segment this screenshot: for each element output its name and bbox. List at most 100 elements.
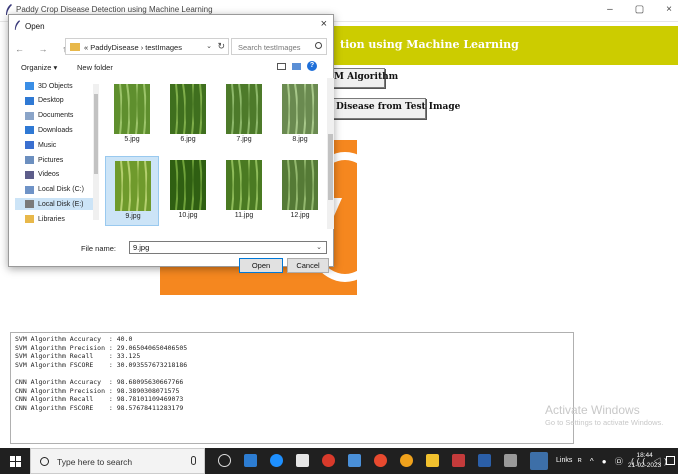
sidebar-item-label: 3D Objects (38, 82, 73, 90)
sidebar-scroll-thumb[interactable] (94, 94, 98, 174)
result-line: SVM Algorithm FSCORE : 30.09355767321818… (15, 360, 188, 369)
folder-search-input[interactable]: Search testImages (231, 38, 327, 55)
music-icon (25, 141, 34, 150)
close-button[interactable]: × (666, 4, 672, 15)
sidebar-item[interactable]: 3D Objects (25, 80, 73, 92)
window-controls: – ▢ × (607, 4, 672, 15)
maximize-button[interactable]: ▢ (635, 4, 644, 15)
chrome-icon[interactable] (374, 454, 387, 467)
clock-time: 18:44 (636, 452, 653, 459)
sidebar-item[interactable]: Local Disk (E:) (15, 198, 93, 211)
cancel-button[interactable]: Cancel (287, 258, 329, 273)
app-icon-blue[interactable] (348, 454, 361, 467)
file-tile[interactable]: 9.jpg (105, 156, 159, 226)
clock-date: 21-02-2023 (628, 462, 662, 469)
sidebar-item[interactable]: Libraries (25, 213, 65, 225)
documents-icon (25, 111, 34, 120)
sidebar-scrollbar[interactable] (93, 84, 99, 220)
store-icon[interactable] (296, 454, 309, 467)
results-textarea[interactable]: SVM Algorithm Accuracy : 40.0 SVM Algorit… (10, 332, 574, 444)
image-thumbnail (282, 84, 318, 134)
address-bar[interactable]: « PaddyDisease › testImages ⌄ ↻ (65, 38, 229, 55)
view-mode-icon[interactable] (277, 62, 286, 70)
feather-icon (14, 20, 21, 30)
app-icon[interactable] (244, 454, 257, 467)
result-line: CNN Algorithm Recall : 98.78101109469073 (15, 395, 184, 404)
result-line: CNN Algorithm FSCORE : 98.57678411283179 (15, 403, 184, 412)
activate-windows-watermark: Activate Windows (545, 403, 640, 417)
file-name: 12.jpg (290, 212, 310, 219)
app-icon-dark-red[interactable] (452, 454, 465, 467)
sidebar-item[interactable]: Music (25, 139, 56, 151)
sidebar-item-label: Local Disk (C:) (38, 186, 84, 194)
sidebar-item-label: Videos (38, 171, 60, 179)
file-tile[interactable]: 8.jpg (273, 80, 325, 150)
file-grid: 5.jpg 6.jpg 7.jpg 8.jpg 9.jpg 10.jpg 11.jpg 12.… (103, 78, 325, 229)
folder-search-placeholder: Search testImages (238, 43, 301, 52)
windows-logo-icon (9, 455, 21, 467)
start-button[interactable] (0, 448, 30, 474)
refresh-icon[interactable]: ↻ (217, 41, 225, 52)
file-name: 7.jpg (236, 136, 252, 143)
cortana-icon (40, 457, 49, 466)
file-tile[interactable]: 10.jpg (161, 156, 215, 226)
drive-c-icon (25, 185, 34, 194)
sidebar-item[interactable]: Local Disk (C:) (25, 184, 84, 196)
microphone-icon[interactable] (191, 456, 196, 465)
help-icon[interactable]: ? (307, 61, 317, 71)
python-icon[interactable] (530, 452, 548, 470)
dialog-close-button[interactable]: × (321, 18, 327, 30)
file-name: 5.jpg (124, 136, 140, 143)
notification-icon[interactable] (666, 456, 675, 465)
file-grid-scroll-thumb[interactable] (328, 134, 333, 200)
file-tile[interactable]: 11.jpg (217, 156, 271, 226)
activate-windows-hint: Go to Settings to activate Windows. (545, 418, 664, 427)
file-tile[interactable]: 12.jpg (273, 156, 325, 226)
folder-icon (70, 43, 80, 51)
links-toolbar[interactable]: Links (556, 457, 572, 464)
open-file-dialog: Open × ← → ↑ « PaddyDisease › testImages… (8, 14, 334, 273)
search-icon (315, 42, 322, 49)
banner-title: tion using Machine Learning (340, 38, 519, 51)
file-tile[interactable]: 5.jpg (105, 80, 159, 150)
taskbar-search[interactable]: Type here to search (30, 448, 205, 474)
terminal-icon[interactable] (504, 454, 517, 467)
sidebar-item-label: Downloads (38, 126, 73, 134)
run-svm-button[interactable]: M Algorithm (328, 68, 398, 88)
app-icon-red[interactable] (322, 454, 335, 467)
filename-input[interactable]: 9.jpg ⌄ (129, 241, 327, 254)
chevron-down-icon[interactable]: ⌄ (206, 42, 212, 50)
sidebar-item[interactable]: Videos (25, 169, 59, 181)
result-line: SVM Algorithm Accuracy : 40.0 (15, 335, 133, 343)
sidebar-item[interactable]: Downloads (25, 124, 73, 136)
sidebar-item[interactable]: Pictures (25, 154, 63, 166)
sidebar-item-label: Music (38, 141, 57, 149)
file-name: 8.jpg (292, 136, 308, 143)
clock[interactable]: 18:44 21-02-2023 (628, 451, 661, 471)
organize-menu[interactable]: Organize ▾ (21, 63, 57, 72)
file-tile[interactable]: 7.jpg (217, 80, 271, 150)
sidebar-item[interactable]: Desktop (25, 95, 64, 107)
edge-icon[interactable] (270, 454, 283, 467)
chevron-down-icon[interactable]: ⌄ (316, 243, 322, 251)
new-folder-button[interactable]: New folder (77, 63, 113, 72)
filename-label: File name: (81, 244, 117, 253)
nav-buttons[interactable]: ← → ↑ (15, 44, 73, 54)
chrome-canary-icon[interactable] (400, 454, 413, 467)
file-explorer-icon[interactable] (426, 454, 439, 467)
image-thumbnail (226, 160, 262, 210)
result-line: CNN Algorithm Precision : 98.38903080715… (15, 386, 180, 395)
predict-disease-button[interactable]: Disease from Test Image (330, 98, 460, 119)
libraries-icon (25, 215, 34, 224)
word-icon[interactable] (478, 454, 491, 467)
open-button[interactable]: Open (239, 258, 283, 273)
task-view-icon[interactable] (218, 454, 231, 467)
preview-pane-icon[interactable] (292, 62, 301, 70)
file-tile[interactable]: 6.jpg (161, 80, 215, 150)
file-grid-scrollbar[interactable] (327, 78, 334, 229)
minimize-button[interactable]: – (607, 4, 613, 15)
taskbar-search-placeholder: Type here to search (57, 457, 133, 467)
cube-icon (25, 82, 34, 90)
dialog-title: Open (25, 22, 45, 31)
sidebar-item[interactable]: Documents (25, 110, 73, 122)
